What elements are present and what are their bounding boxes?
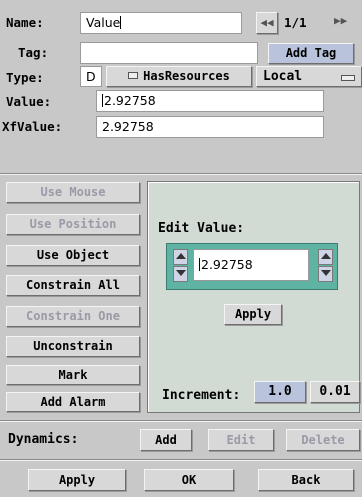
edit-value-text: 2.92758 xyxy=(201,257,253,272)
tag-label: Tag: xyxy=(18,45,49,60)
dynamics-delete-button[interactable]: Delete xyxy=(286,429,360,451)
value-label: Value: xyxy=(6,94,52,109)
name-field[interactable]: Value xyxy=(80,12,242,34)
xfvalue-field[interactable]: 2.92758 xyxy=(96,116,324,138)
previous-arrow-icon[interactable]: ◀◀ xyxy=(256,12,278,34)
increment-option-2[interactable]: 0.01 xyxy=(310,381,360,403)
pager-text: 1/1 xyxy=(284,15,307,30)
add-alarm-button[interactable]: Add Alarm xyxy=(6,392,140,412)
separator xyxy=(0,420,362,422)
edit-value-title: Edit Value: xyxy=(158,221,245,236)
spin-up-right-icon[interactable] xyxy=(318,249,333,265)
toggle-indicator-icon xyxy=(128,72,139,79)
spin-down-right-icon[interactable] xyxy=(318,266,333,282)
separator xyxy=(0,173,362,175)
name-label: Name: xyxy=(6,15,44,30)
type-label: Type: xyxy=(6,70,44,85)
edit-value-panel: Edit Value: 2.92758 Apply Increment: 1.0… xyxy=(147,181,360,413)
name-value: Value xyxy=(86,15,121,30)
edit-value-spinbox: 2.92758 xyxy=(166,243,338,290)
use-position-button[interactable]: Use Position xyxy=(6,214,140,235)
use-mouse-button[interactable]: Use Mouse xyxy=(6,182,140,203)
value-text: 2.92758 xyxy=(104,93,156,108)
increment-option-1[interactable]: 1.0 xyxy=(254,381,306,403)
has-resources-label: HasResources xyxy=(143,69,230,83)
value-field[interactable]: 2.92758 xyxy=(96,90,324,112)
tag-field[interactable] xyxy=(80,42,258,64)
constrain-one-button[interactable]: Constrain One xyxy=(6,306,140,327)
dynamics-add-button[interactable]: Add xyxy=(140,429,192,451)
edit-apply-button[interactable]: Apply xyxy=(224,304,282,325)
separator xyxy=(0,459,362,461)
use-object-button[interactable]: Use Object xyxy=(6,245,140,266)
type-code-field[interactable]: D xyxy=(80,66,102,87)
edit-value-field[interactable]: 2.92758 xyxy=(193,249,309,281)
scope-select[interactable]: Local xyxy=(256,66,362,87)
back-button[interactable]: Back xyxy=(258,469,354,491)
ok-button[interactable]: OK xyxy=(144,469,234,491)
scope-select-value: Local xyxy=(263,69,303,84)
footer-apply-button[interactable]: Apply xyxy=(28,469,126,491)
next-arrow-icon[interactable]: ▶▶ xyxy=(334,14,347,27)
mark-button[interactable]: Mark xyxy=(6,365,140,385)
increment-label: Increment: xyxy=(162,388,241,403)
spin-down-left-icon[interactable] xyxy=(173,266,188,282)
attribute-editor-window: { "name": { "label": "Name:", "value": "… xyxy=(0,0,362,497)
unconstrain-button[interactable]: Unconstrain xyxy=(6,336,140,357)
dropdown-indicator-icon xyxy=(341,75,355,81)
dynamics-label: Dynamics: xyxy=(8,432,79,447)
spin-up-left-icon[interactable] xyxy=(173,249,188,265)
xfvalue-label: XfValue: xyxy=(2,119,63,134)
constrain-all-button[interactable]: Constrain All xyxy=(6,275,140,296)
dynamics-edit-button[interactable]: Edit xyxy=(208,429,274,451)
has-resources-toggle[interactable]: HasResources xyxy=(106,66,252,87)
add-tag-button[interactable]: Add Tag xyxy=(268,43,354,64)
